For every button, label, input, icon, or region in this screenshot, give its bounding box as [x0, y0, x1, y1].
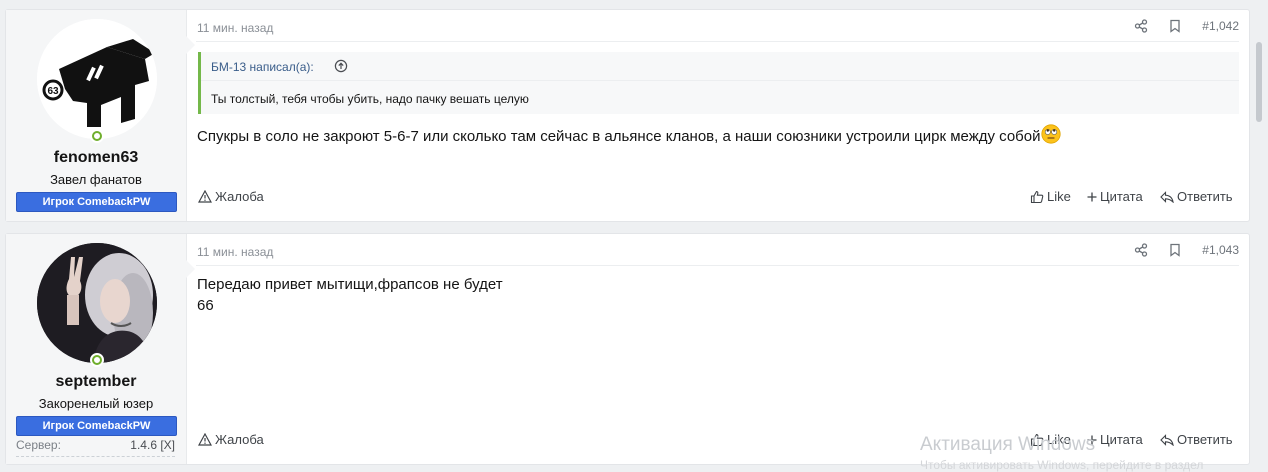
user-info: september Закоренелый юзер Игрок Comebac… — [6, 234, 195, 464]
server-label: Сервер: — [16, 438, 61, 452]
like-button[interactable]: Like — [1030, 189, 1071, 204]
bookmark-icon[interactable] — [1168, 243, 1182, 257]
quote-text: Ты толстый, тебя чтобы убить, надо пачку… — [211, 92, 529, 106]
reply-button[interactable]: Ответить — [1160, 432, 1233, 447]
user-banner: Игрок ComebackPW — [16, 416, 177, 436]
reply-button[interactable]: Ответить — [1160, 189, 1233, 204]
quote-button[interactable]: Цитата — [1087, 432, 1143, 447]
thumbs-up-icon — [1030, 190, 1044, 203]
avatar[interactable] — [37, 243, 157, 363]
message-line: 66 — [197, 297, 214, 314]
reply-label: Ответить — [1177, 432, 1233, 447]
reply-label: Ответить — [1177, 189, 1233, 204]
report-link[interactable]: Жалоба — [198, 432, 264, 447]
like-label: Like — [1047, 189, 1071, 204]
plus-icon — [1087, 435, 1097, 444]
bookmark-icon[interactable] — [1168, 19, 1182, 33]
quote-label: Цитата — [1100, 432, 1143, 447]
warning-icon — [198, 433, 212, 446]
report-label: Жалоба — [215, 189, 264, 204]
rolling-eyes-emoji-icon — [1041, 124, 1062, 150]
reply-icon — [1160, 433, 1174, 446]
post-1042: 63 fenomen63 Завел фанатов Игрок Comebac… — [5, 9, 1250, 222]
server-value: 1.4.6 [X] — [130, 438, 175, 452]
message-line: Спукры в соло не закроют 5-6-7 или сколь… — [197, 128, 1041, 145]
online-status-icon — [90, 129, 104, 143]
share-icon[interactable] — [1134, 19, 1148, 33]
like-label: Like — [1047, 432, 1071, 447]
share-icon[interactable] — [1134, 243, 1148, 257]
like-button[interactable]: Like — [1030, 432, 1071, 447]
reply-icon — [1160, 190, 1174, 203]
arrow-up-circle-icon[interactable] — [334, 59, 348, 76]
quote-button[interactable]: Цитата — [1087, 189, 1143, 204]
report-link[interactable]: Жалоба — [198, 189, 264, 204]
user-title: Закоренелый юзер — [38, 396, 154, 411]
quote-block: БМ-13 написал(а): Ты толстый, тебя чтобы… — [198, 52, 1239, 114]
user-extra-field: Сервер: 1.4.6 [X] — [16, 438, 175, 457]
quote-label: Цитата — [1100, 189, 1143, 204]
post-1043: september Закоренелый юзер Игрок Comebac… — [5, 233, 1250, 465]
scrollbar[interactable] — [1250, 0, 1268, 466]
post-footer: Жалоба Like Цитата Ответить — [196, 189, 1239, 207]
post-content: 11 мин. назад #1,042 БМ-13 написал(а): Т… — [196, 10, 1239, 221]
post-content: 11 мин. назад #1,043 Передаю привет мыти… — [196, 234, 1239, 464]
user-title: Завел фанатов — [50, 172, 142, 187]
user-info: 63 fenomen63 Завел фанатов Игрок Comebac… — [6, 10, 195, 221]
scrollbar-thumb[interactable] — [1256, 42, 1262, 122]
post-time[interactable]: 11 мин. назад — [197, 21, 273, 35]
post-time[interactable]: 11 мин. назад — [197, 245, 273, 259]
post-meta: 11 мин. назад #1,042 — [196, 10, 1239, 42]
thumbs-up-icon — [1030, 433, 1044, 446]
online-status-icon — [90, 353, 104, 367]
message-line: Передаю привет мытищи,фрапсов не будет — [197, 276, 503, 293]
post-number[interactable]: #1,043 — [1202, 243, 1239, 257]
report-label: Жалоба — [215, 432, 264, 447]
quote-header[interactable]: БМ-13 написал(а): — [201, 52, 1239, 81]
windows-activation-hint: Чтобы активировать Windows, перейдите в … — [920, 458, 1204, 472]
post-meta: 11 мин. назад #1,043 — [196, 234, 1239, 266]
quote-author[interactable]: БМ-13 написал(а): — [211, 60, 314, 74]
post-message: Спукры в соло не закроют 5-6-7 или сколь… — [197, 124, 1062, 150]
avatar[interactable]: 63 — [37, 19, 157, 139]
warning-icon — [198, 190, 212, 203]
post-number[interactable]: #1,042 — [1202, 19, 1239, 33]
username[interactable]: fenomen63 — [6, 149, 186, 167]
user-banner: Игрок ComebackPW — [16, 192, 177, 212]
svg-text:63: 63 — [47, 86, 59, 97]
plus-icon — [1087, 192, 1097, 201]
username[interactable]: september — [6, 373, 186, 391]
post-message: Передаю привет мытищи,фрапсов не будет 6… — [197, 274, 503, 316]
post-footer: Жалоба Like Цитата Ответить — [196, 432, 1239, 450]
